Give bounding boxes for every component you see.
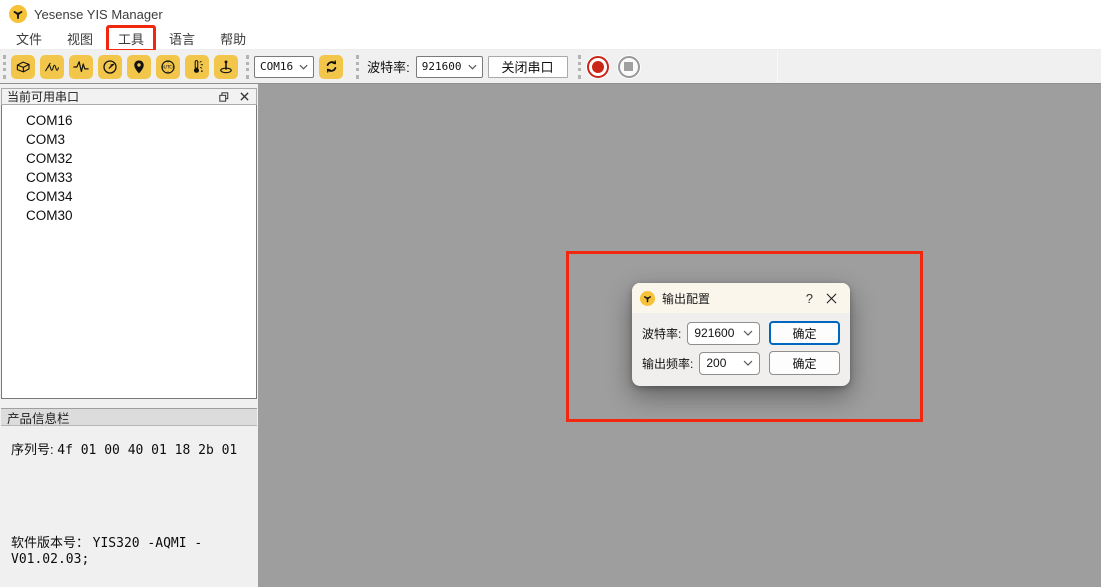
product-info-header: 产品信息栏 <box>1 408 257 426</box>
baud-rate-row: 波特率: 921600 确定 <box>642 321 840 345</box>
dialog-baud-value: 921600 <box>694 326 734 340</box>
dialog-title: 输出配置 <box>662 290 797 307</box>
port-list-item[interactable]: COM32 <box>2 149 256 168</box>
dock-panel-titlebar: 当前可用串口 <box>1 88 257 105</box>
serial-number-value: 4f 01 00 40 01 18 2b 01 <box>57 443 237 458</box>
dialog-output-rate-value: 200 <box>706 356 726 370</box>
port-list-item[interactable]: COM34 <box>2 187 256 206</box>
menu-bar: 文件 视图 工具 语言 帮助 <box>0 28 1101 50</box>
close-panel-icon[interactable] <box>237 90 251 104</box>
cube-3d-icon[interactable] <box>11 55 35 79</box>
toolbar: UTC COM16 <box>0 50 1101 84</box>
serial-port-list: COM16 COM3 COM32 COM33 COM34 COM30 <box>1 105 257 399</box>
dialog-output-rate-label: 输出频率: <box>642 355 693 372</box>
port-list-item[interactable]: COM30 <box>2 206 256 225</box>
port-list-item[interactable]: COM16 <box>2 111 256 130</box>
serial-port-dock-panel: 当前可用串口 COM16 COM3 COM32 COM33 COM34 COM3… <box>0 84 258 587</box>
serial-number-line: 序列号: 4f 01 00 40 01 18 2b 01 <box>11 439 257 458</box>
refresh-icon[interactable] <box>319 55 343 79</box>
baud-rate-select[interactable]: 921600 <box>416 56 483 78</box>
thermometer-icon[interactable] <box>185 55 209 79</box>
toolbar-separator <box>777 51 778 82</box>
com-port-value: COM16 <box>260 60 293 73</box>
menu-language[interactable]: 语言 <box>163 28 201 49</box>
stop-icon[interactable] <box>617 55 641 79</box>
title-bar: Yesense YIS Manager <box>0 0 1101 28</box>
product-info-body: 序列号: 4f 01 00 40 01 18 2b 01 软件版本号： YIS3… <box>1 426 257 587</box>
menu-file[interactable]: 文件 <box>10 28 48 49</box>
dialog-output-rate-select[interactable]: 200 <box>699 352 760 375</box>
dialog-logo-icon <box>640 291 655 306</box>
chevron-down-icon <box>299 64 308 70</box>
app-logo-icon <box>9 5 27 23</box>
dialog-close-icon[interactable] <box>822 289 840 307</box>
com-port-select[interactable]: COM16 <box>254 56 314 78</box>
angle-wave-icon[interactable] <box>40 55 64 79</box>
menu-tools[interactable]: 工具 <box>112 28 150 49</box>
dialog-body: 波特率: 921600 确定 输出频率: 200 确定 <box>632 313 850 375</box>
toolbar-drag-handle[interactable] <box>246 55 249 79</box>
app-window: Yesense YIS Manager 文件 视图 工具 语言 帮助 <box>0 0 1101 587</box>
dialog-output-rate-ok-button[interactable]: 确定 <box>769 351 840 375</box>
menu-help[interactable]: 帮助 <box>214 28 252 49</box>
port-list-item[interactable]: COM33 <box>2 168 256 187</box>
baud-rate-value: 921600 <box>422 60 462 73</box>
port-list-item[interactable]: COM3 <box>2 130 256 149</box>
pulse-wave-icon[interactable] <box>69 55 93 79</box>
dialog-baud-ok-button[interactable]: 确定 <box>769 321 840 345</box>
output-config-dialog: 输出配置 ? 波特率: 921600 确定 输出频率: 200 <box>632 283 850 386</box>
gauge-icon[interactable] <box>98 55 122 79</box>
toolbar-drag-handle[interactable] <box>356 55 359 79</box>
menu-view[interactable]: 视图 <box>61 28 99 49</box>
chevron-down-icon <box>468 64 477 70</box>
float-panel-icon[interactable] <box>217 90 231 104</box>
dialog-help-button[interactable]: ? <box>797 291 822 306</box>
utc-clock-icon[interactable]: UTC <box>156 55 180 79</box>
svg-text:UTC: UTC <box>164 64 173 70</box>
chevron-down-icon <box>743 360 753 366</box>
output-rate-row: 输出频率: 200 确定 <box>642 351 840 375</box>
location-pin-icon[interactable] <box>127 55 151 79</box>
dialog-baud-select[interactable]: 921600 <box>687 322 760 345</box>
baud-rate-label: 波特率: <box>367 57 410 76</box>
dialog-titlebar: 输出配置 ? <box>632 283 850 313</box>
record-icon[interactable] <box>586 55 610 79</box>
dock-panel-title: 当前可用串口 <box>7 88 211 105</box>
software-version-line: 软件版本号： YIS320 -AQMI -V01.02.03; <box>11 532 257 567</box>
probe-icon[interactable] <box>214 55 238 79</box>
serial-number-label: 序列号: <box>11 442 54 457</box>
software-version-label: 软件版本号： <box>11 535 89 550</box>
toolbar-drag-handle[interactable] <box>3 55 6 79</box>
dialog-baud-label: 波特率: <box>642 325 681 342</box>
chevron-down-icon <box>743 330 753 336</box>
toolbar-drag-handle[interactable] <box>578 55 581 79</box>
close-serial-button[interactable]: 关闭串口 <box>488 56 568 78</box>
window-title: Yesense YIS Manager <box>34 7 163 22</box>
